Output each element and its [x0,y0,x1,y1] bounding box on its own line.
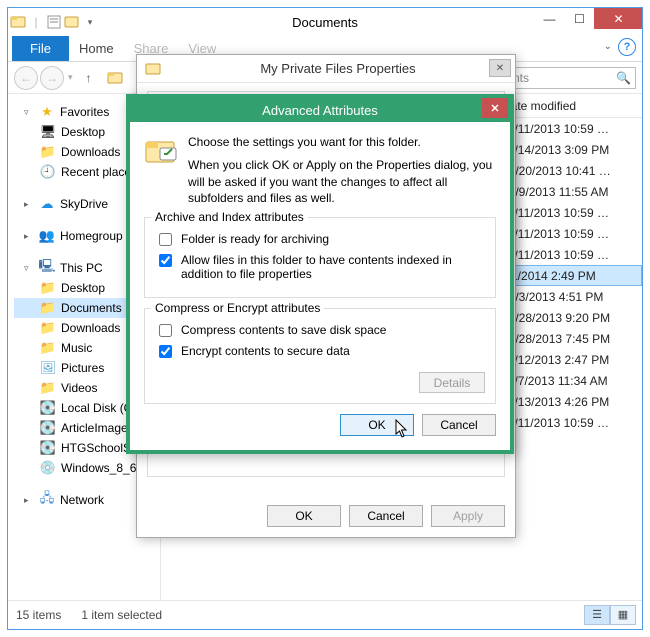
netdrive-icon: 💽 [40,420,56,436]
file-date: 12/9/2013 11:55 AM [502,185,642,199]
advanced-intro: Choose the settings you want for this fo… [188,134,496,207]
recent-dropdown-icon[interactable]: ▾ [66,72,75,83]
window-controls: — ☐ ✕ [534,8,642,29]
title-bar: | ▾ Documents — ☐ ✕ [8,8,642,36]
file-date: 11/11/2013 10:59 … [502,122,642,136]
checkbox-encrypt[interactable]: Encrypt contents to secure data [155,344,485,361]
file-date: 1/1/2014 2:49 PM [501,269,641,283]
compress-encrypt-group: Compress or Encrypt attributes Compress … [144,308,496,404]
folder-icon: 📁 [40,320,56,336]
back-button[interactable]: ← [14,66,38,90]
qat-properties-icon[interactable] [46,14,62,30]
checkbox-allow-indexing-input[interactable] [159,254,172,267]
advanced-buttons: OK Cancel [144,414,496,436]
properties-ok-button[interactable]: OK [267,505,341,527]
compress-encrypt-legend: Compress or Encrypt attributes [151,301,324,315]
tab-home[interactable]: Home [69,36,124,61]
folder-icon: 📁 [40,144,56,160]
forward-button[interactable]: → [40,66,64,90]
up-button[interactable]: ↑ [77,66,101,90]
dvd-icon: 💿 [40,460,56,476]
view-large-button[interactable]: ▦ [610,605,636,625]
help-button[interactable]: ? [618,38,636,56]
maximize-button[interactable]: ☐ [564,8,594,29]
view-details-button[interactable]: ☰ [584,605,610,625]
file-date: 12/28/2013 9:20 PM [502,311,642,325]
status-selection: 1 item selected [81,608,162,622]
file-date: 11/12/2013 2:47 PM [502,353,642,367]
file-date: 11/11/2013 10:59 … [502,206,642,220]
folder-icon: 📁 [40,340,56,356]
advanced-folder-icon [144,134,178,168]
advanced-cancel-button[interactable]: Cancel [422,414,496,436]
properties-close-button[interactable]: ✕ [489,59,511,77]
qat-dropdown-icon[interactable]: ▾ [82,14,98,30]
file-date: 11/11/2013 10:59 … [502,416,642,430]
properties-apply-button[interactable]: Apply [431,505,505,527]
advanced-attributes-dialog: Advanced Attributes ✕ Choose the setting… [126,94,514,454]
properties-buttons: OK Cancel Apply [267,505,505,527]
pictures-icon: 🖼 [40,360,56,376]
file-date: 11/14/2013 3:09 PM [502,143,642,157]
close-button[interactable]: ✕ [594,8,642,29]
status-bar: 15 items 1 item selected ☰ ▦ [8,600,642,628]
folder-icon [145,61,161,77]
view-buttons: ☰ ▦ [584,605,636,625]
advanced-titlebar[interactable]: Advanced Attributes ✕ [130,98,510,122]
search-box[interactable]: nts 🔍 [508,67,636,89]
search-icon: 🔍 [616,71,631,85]
netdrive-icon: 💽 [40,440,56,456]
file-date: 11/11/2013 10:59 … [502,227,642,241]
folder-icon: 📁 [40,280,56,296]
qat-newfolder-icon[interactable] [64,14,80,30]
archive-index-legend: Archive and Index attributes [151,210,308,224]
video-icon: 📁 [40,380,56,396]
properties-cancel-button[interactable]: Cancel [349,505,423,527]
checkbox-folder-ready-input[interactable] [159,233,172,246]
checkbox-allow-indexing[interactable]: Allow files in this folder to have conte… [155,253,485,281]
checkbox-encrypt-input[interactable] [159,345,172,358]
window-icon [10,14,26,30]
file-date: 12/28/2013 7:45 PM [502,332,642,346]
details-button[interactable]: Details [419,372,485,393]
network-icon: 🖧 [39,492,55,508]
properties-title: My Private Files Properties [260,61,415,76]
ribbon-expand-icon[interactable]: ⌄ [604,41,612,52]
star-icon: ★ [39,104,55,120]
status-item-count: 15 items [16,608,61,622]
folder-icon: 📁 [40,300,56,316]
checkbox-folder-ready[interactable]: Folder is ready for archiving [155,232,485,249]
advanced-intro-line2: When you click OK or Apply on the Proper… [188,157,496,207]
file-date: 12/3/2013 4:51 PM [502,290,642,304]
homegroup-icon: 👥 [39,228,55,244]
cloud-icon: ☁ [39,196,55,212]
file-date: 12/20/2013 10:41 … [502,164,642,178]
explorer-window: | ▾ Documents — ☐ ✕ File Home Share View… [7,7,643,630]
advanced-title: Advanced Attributes [262,103,378,118]
desktop-icon: 🖥 [40,124,56,140]
tab-file[interactable]: File [12,36,69,61]
advanced-body: Choose the settings you want for this fo… [130,122,510,450]
checkbox-compress-input[interactable] [159,324,172,337]
file-date: 11/7/2013 11:34 AM [502,374,642,388]
file-date: 11/13/2013 4:26 PM [502,395,642,409]
qat-separator: | [28,14,44,30]
advanced-ok-button[interactable]: OK [340,414,414,436]
checkbox-compress[interactable]: Compress contents to save disk space [155,323,485,340]
column-date-modified[interactable]: Date modified [502,99,642,113]
advanced-intro-line1: Choose the settings you want for this fo… [188,134,496,151]
properties-titlebar[interactable]: My Private Files Properties ✕ [137,55,515,83]
computer-icon: 🖳 [39,260,55,276]
advanced-close-button[interactable]: ✕ [482,98,508,118]
archive-index-group: Archive and Index attributes Folder is r… [144,217,496,298]
recent-icon: 🕘 [40,164,56,180]
minimize-button[interactable]: — [534,8,564,29]
file-date: 11/11/2013 10:59 … [502,248,642,262]
drive-icon: 💽 [40,400,56,416]
address-folder-icon [107,70,123,86]
